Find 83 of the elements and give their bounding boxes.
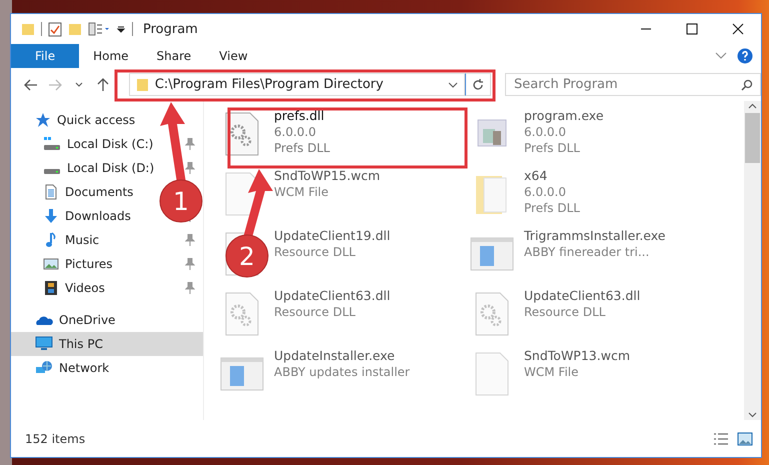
file-detail: 6.0.0.0 xyxy=(274,124,317,140)
pin-icon[interactable] xyxy=(185,138,195,150)
details-view-icon[interactable] xyxy=(713,432,729,446)
file-icon xyxy=(475,352,509,396)
scroll-thumb[interactable] xyxy=(745,113,760,163)
ribbon-tab[interactable]: Share xyxy=(142,44,206,68)
gear-file-icon xyxy=(475,292,509,336)
document-icon xyxy=(43,184,59,200)
dropdown-icon[interactable] xyxy=(116,24,126,34)
file-name: UpdateInstaller.exe xyxy=(274,348,396,364)
file-detail: Resource DLL xyxy=(274,244,356,260)
search-field[interactable]: Search Program xyxy=(505,73,762,96)
ribbon-tab[interactable]: View xyxy=(205,44,262,68)
file-name: prefs.dll xyxy=(274,108,326,124)
file-name: x64 xyxy=(524,168,548,184)
item-count: 152 items xyxy=(25,432,86,446)
network-icon xyxy=(35,360,53,376)
pin-icon[interactable] xyxy=(185,162,195,174)
window-icon xyxy=(470,237,514,271)
window-title: Program xyxy=(143,22,198,36)
download-icon xyxy=(43,208,59,224)
file-detail: 6.0.0.0 xyxy=(524,124,567,140)
sidebar-item[interactable]: Documents xyxy=(65,185,134,199)
sidebar-item[interactable]: Downloads xyxy=(65,209,131,223)
landscape-icon xyxy=(43,256,59,272)
monitor-icon xyxy=(35,336,53,352)
file-name: TrigrammsInstaller.exe xyxy=(524,228,666,244)
thumbnail-view-icon[interactable] xyxy=(737,432,753,446)
file-detail: Resource DLL xyxy=(274,304,356,320)
sidebar-item[interactable]: Music xyxy=(65,233,100,247)
file-name: program.exe xyxy=(524,108,604,124)
pin-icon[interactable] xyxy=(185,282,195,294)
file-name: UpdateClient63.dll xyxy=(524,288,640,304)
sidebar-item[interactable]: Local Disk (D:) xyxy=(67,161,154,175)
search-icon[interactable] xyxy=(741,79,754,91)
properties-icon[interactable] xyxy=(88,22,110,36)
checklist-icon[interactable] xyxy=(48,22,62,36)
sidebar-item[interactable]: Videos xyxy=(65,281,105,295)
sidebar-item[interactable]: Pictures xyxy=(65,257,113,271)
back-arrow-icon[interactable] xyxy=(24,78,38,90)
folder-icon xyxy=(136,78,149,92)
sidebar-item[interactable]: Quick access xyxy=(11,108,203,132)
file-detail: 6.0.0.0 xyxy=(524,184,567,200)
help-icon[interactable] xyxy=(737,48,753,64)
sidebar-item[interactable]: Local Disk (C:) xyxy=(67,137,154,151)
sidebar-item[interactable]: Network xyxy=(11,356,203,380)
drive-icon xyxy=(43,136,61,152)
caret-icon[interactable] xyxy=(74,82,83,88)
address-bar[interactable]: C:\Program Files\Program Directory xyxy=(128,73,466,96)
ribbon-tab[interactable]: File xyxy=(11,44,80,68)
scroll-up-icon[interactable] xyxy=(748,101,757,111)
file-detail: Prefs DLL xyxy=(524,200,580,216)
up-arrow-icon[interactable] xyxy=(96,78,109,92)
gear-file-icon xyxy=(225,112,259,156)
file-detail: WCM File xyxy=(524,364,580,380)
refresh-button[interactable] xyxy=(465,73,492,96)
file-name: UpdateClient63.dll xyxy=(274,288,390,304)
sidebar-item[interactable]: This PC xyxy=(11,332,203,356)
file-detail: ABBY finereader tri... xyxy=(524,244,650,260)
file-name: SndToWP13.wcm xyxy=(524,348,630,364)
star-icon xyxy=(35,112,51,128)
window-icon xyxy=(220,357,264,391)
pin-icon[interactable] xyxy=(185,258,195,270)
drive-icon xyxy=(43,169,61,175)
pin-icon[interactable] xyxy=(185,234,195,246)
file-name: SndToWP15.wcm xyxy=(274,168,380,184)
caret-icon[interactable] xyxy=(448,82,458,88)
step-number: 2 xyxy=(239,242,255,271)
sidebar-item[interactable]: OneDrive xyxy=(11,308,203,332)
refresh-icon xyxy=(472,78,484,90)
ribbon-tab[interactable]: Home xyxy=(79,44,143,68)
scrollbar[interactable] xyxy=(744,101,761,420)
scroll-down-icon[interactable] xyxy=(748,410,757,420)
expand-ribbon-icon[interactable] xyxy=(715,52,727,60)
file-detail: Prefs DLL xyxy=(274,140,330,156)
file-detail: Resource DLL xyxy=(524,304,606,320)
gear-file-icon xyxy=(225,292,259,336)
file-detail: WCM File xyxy=(274,184,330,200)
film-icon xyxy=(43,280,59,296)
file-name: UpdateClient19.dll xyxy=(274,228,390,244)
step-number: 1 xyxy=(173,187,189,216)
file-detail: Prefs DLL xyxy=(524,140,581,156)
file-detail: ABBY updates installer xyxy=(274,364,410,380)
